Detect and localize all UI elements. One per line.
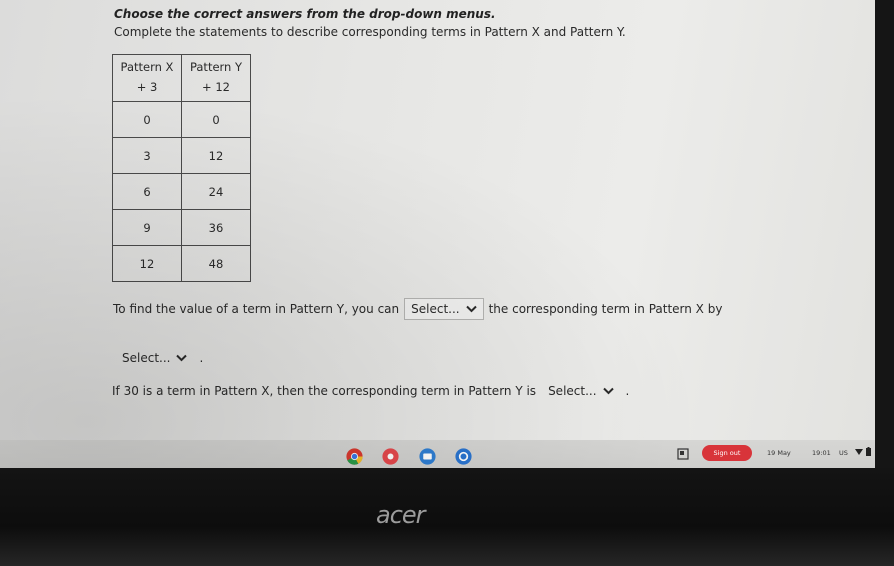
chrome-icon[interactable]: [346, 448, 363, 465]
laptop-bezel: [0, 468, 894, 566]
table-row: 6 24: [112, 173, 251, 210]
pattern-y-cell: 48: [181, 245, 251, 282]
screen: Choose the correct answers from the drop…: [0, 0, 875, 468]
pattern-y-cell: 12: [181, 137, 251, 174]
statement1-end: .: [199, 351, 204, 365]
pattern-table: Pattern X + 3 Pattern Y + 12 0 0 3 12 6 …: [112, 54, 251, 282]
statement2-before: If 30 is a term in Pattern X, then the c…: [112, 384, 537, 398]
locale-label[interactable]: US: [839, 449, 848, 457]
question-instruction: Complete the statements to describe corr…: [114, 25, 626, 39]
pattern-y-cell: 0: [181, 101, 251, 138]
pattern-x-cell: 9: [112, 209, 182, 246]
pattern-y-cell: 36: [181, 209, 251, 246]
statement1-line: To find the value of a term in Pattern Y…: [113, 298, 722, 320]
brand-logo: acer: [376, 501, 426, 529]
pattern-x-increment: + 3: [136, 80, 158, 94]
side-bezel: [875, 0, 894, 468]
statement2-line: If 30 is a term in Pattern X, then the c…: [112, 380, 629, 402]
date-label[interactable]: 19 May: [767, 449, 791, 457]
question-heading: Choose the correct answers from the drop…: [114, 7, 496, 21]
pattern-x-cell: 3: [112, 137, 182, 174]
dropdown-value: Select...: [122, 351, 171, 365]
statement1-dropdown-1[interactable]: Select...: [404, 298, 484, 320]
dropdown-value: Select...: [411, 302, 460, 316]
statement1-middle: the corresponding term in Pattern X by: [488, 302, 723, 316]
pattern-x-header: Pattern X + 3: [112, 54, 182, 102]
screen-capture-icon[interactable]: [677, 448, 689, 460]
pattern-y-increment: + 12: [202, 80, 230, 94]
table-row: 0 0: [112, 101, 251, 138]
chevron-down-icon: [176, 354, 188, 362]
statement2-dropdown[interactable]: Select...: [541, 380, 620, 402]
wifi-icon[interactable]: [855, 448, 863, 456]
dropdown-value: Select...: [548, 384, 597, 398]
statement2-end: .: [625, 384, 630, 398]
pattern-y-cell: 24: [181, 173, 251, 210]
pattern-x-cell: 0: [112, 101, 182, 138]
statement1-continuation: Select... .: [115, 347, 203, 369]
settings-icon[interactable]: [455, 448, 472, 465]
chevron-down-icon: [465, 305, 477, 313]
statement1-dropdown-2[interactable]: Select...: [115, 347, 194, 369]
statement1-before: To find the value of a term in Pattern Y…: [113, 302, 400, 316]
pattern-x-name: Pattern X: [120, 60, 174, 74]
time-label[interactable]: 19:01: [812, 449, 831, 457]
pattern-y-name: Pattern Y: [189, 60, 243, 74]
files-icon[interactable]: [419, 448, 436, 465]
app-launcher-icon[interactable]: [382, 448, 399, 465]
chevron-down-icon: [602, 387, 614, 395]
table-row: 12 48: [112, 245, 251, 282]
pattern-x-cell: 6: [112, 173, 182, 210]
table-row: 9 36: [112, 209, 251, 246]
table-row: 3 12: [112, 137, 251, 174]
pattern-y-header: Pattern Y + 12: [181, 54, 251, 102]
battery-icon[interactable]: [866, 447, 871, 456]
sign-out-button[interactable]: Sign out: [702, 445, 752, 461]
pattern-x-cell: 12: [112, 245, 182, 282]
